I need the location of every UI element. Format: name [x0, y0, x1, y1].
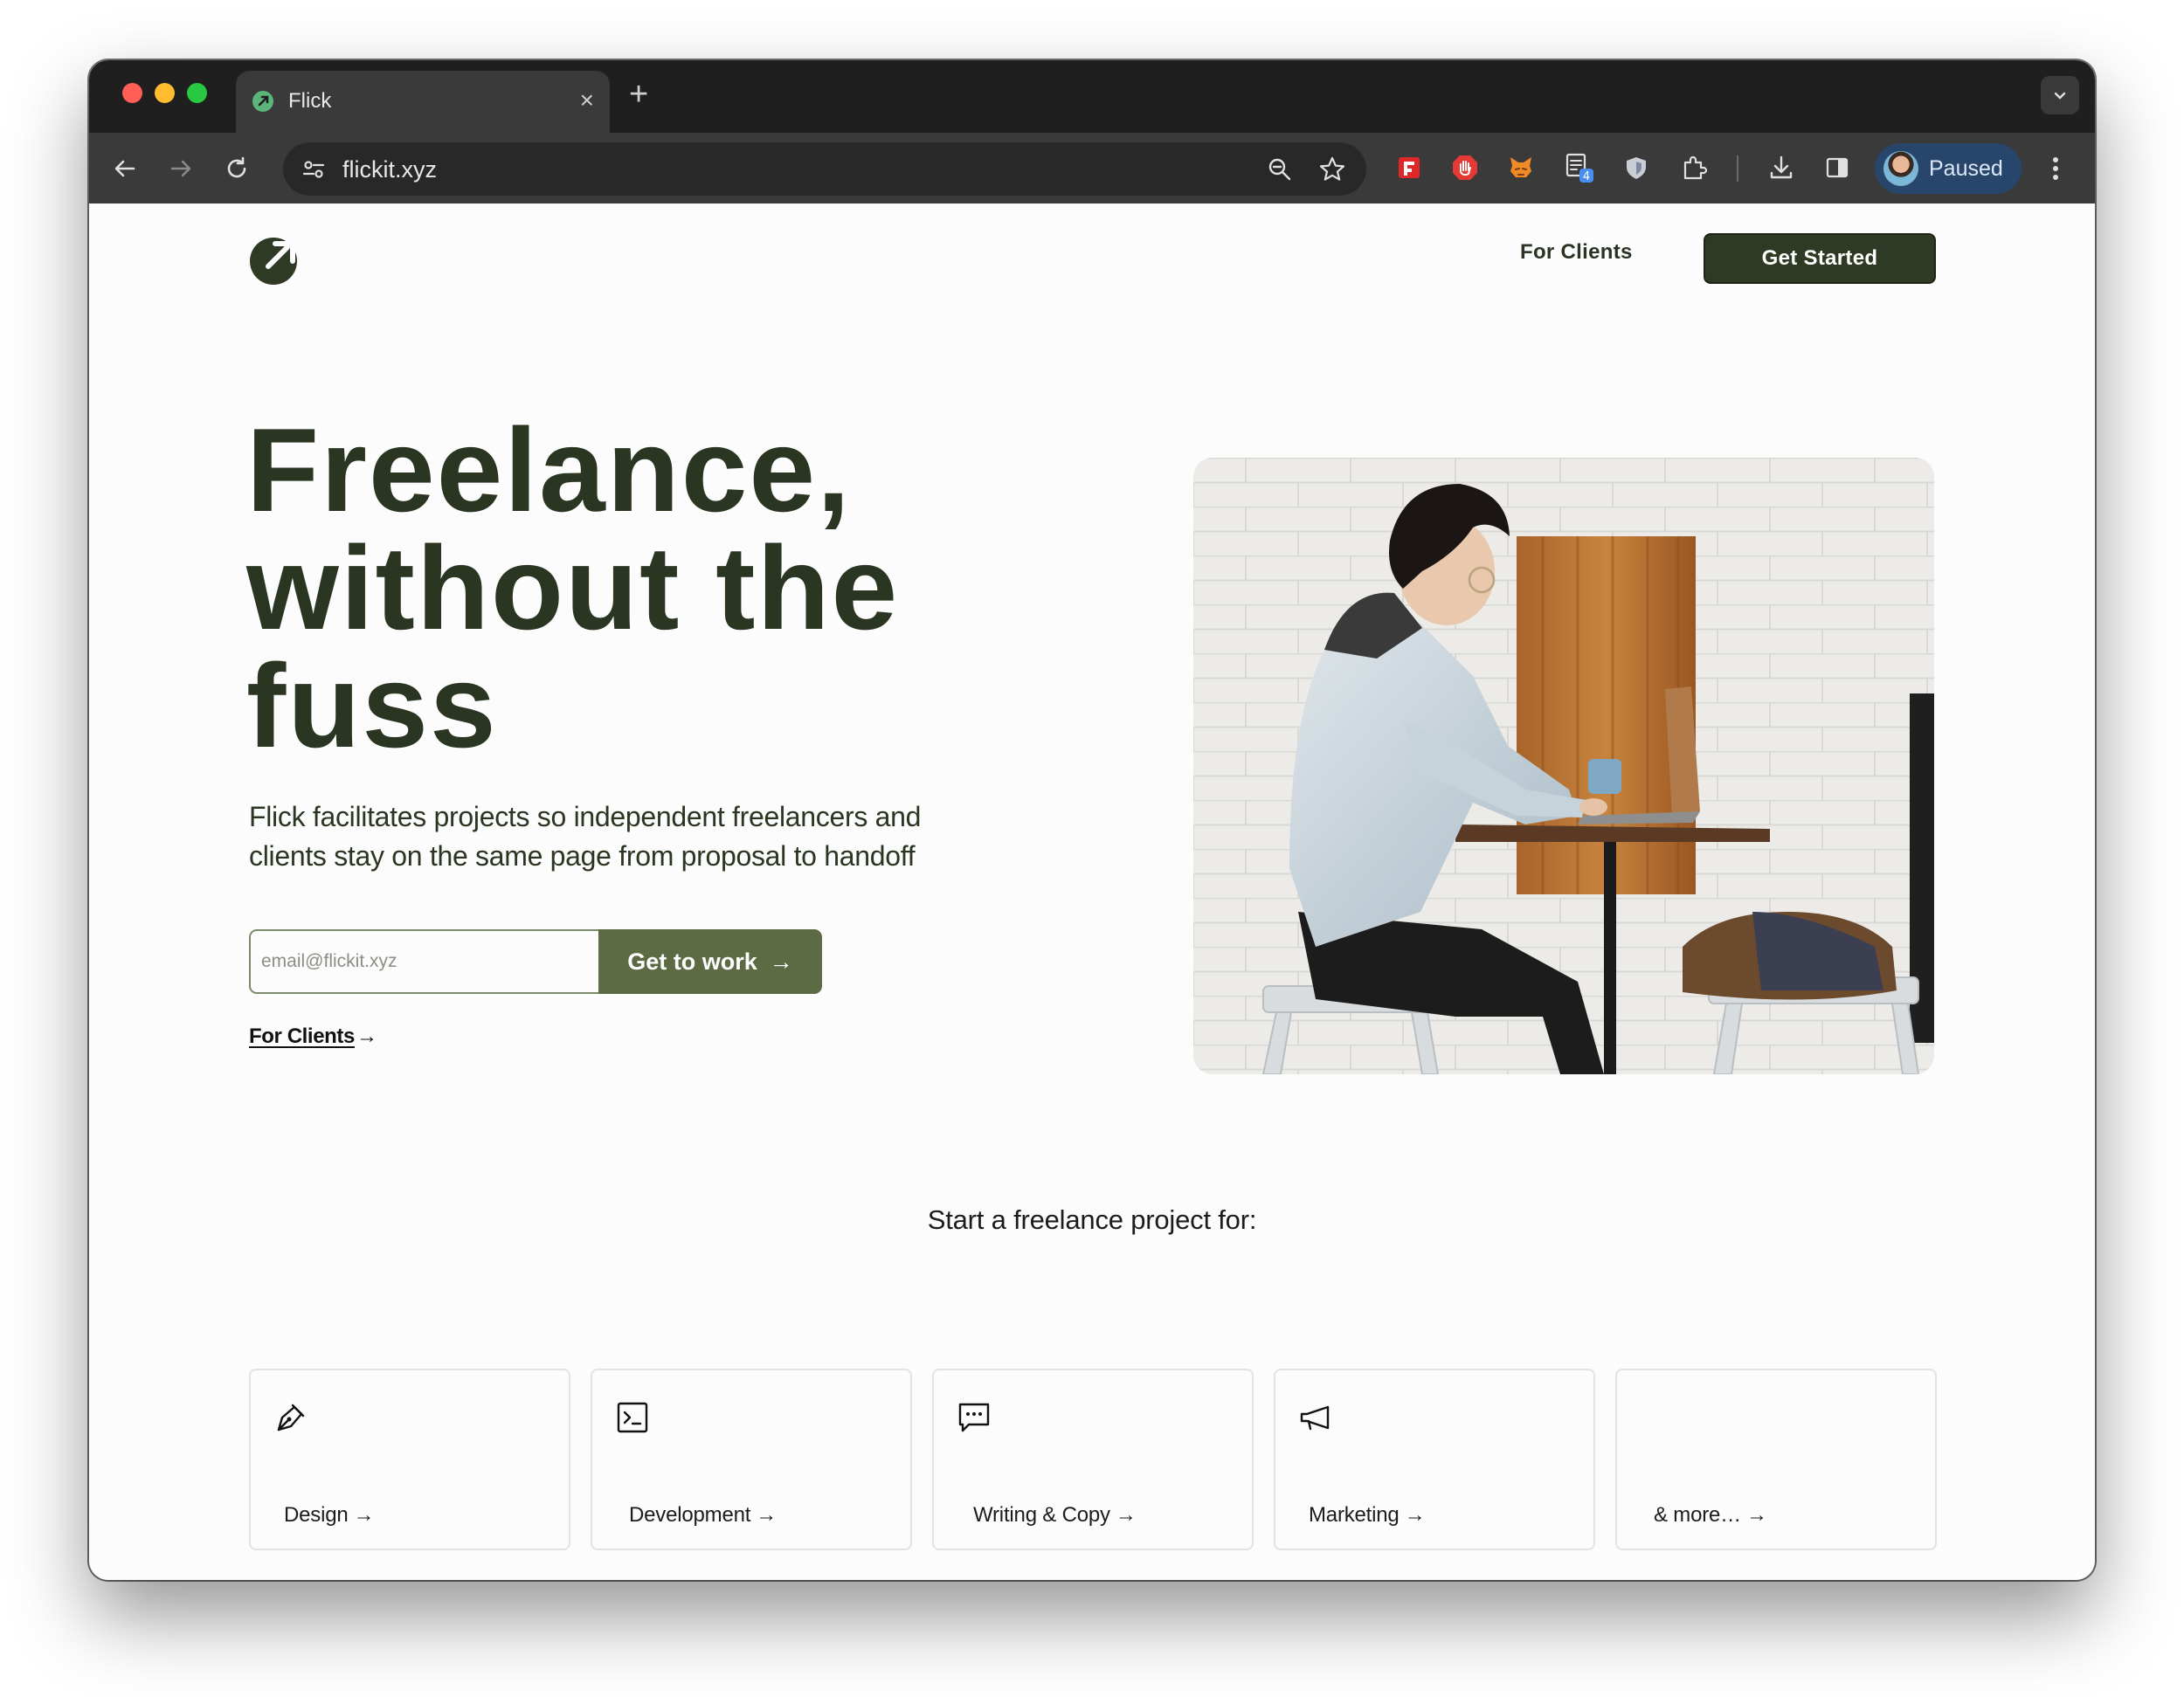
side-panel-icon	[1826, 157, 1849, 178]
for-clients-link[interactable]: For Clients→	[249, 1024, 377, 1049]
address-bar[interactable]: flickit.xyz	[283, 142, 1366, 196]
tab-title: Flick	[288, 89, 332, 113]
avatar	[1883, 151, 1918, 186]
privacy-extension[interactable]	[1620, 151, 1653, 184]
url-text[interactable]: flickit.xyz	[342, 157, 437, 182]
fox-icon	[1510, 157, 1531, 177]
arrow-right-icon: →	[769, 948, 793, 975]
email-input[interactable]	[249, 929, 598, 994]
tab-close-icon[interactable]: ×	[580, 88, 594, 113]
hero-title-line: fuss	[246, 639, 498, 772]
profile-button[interactable]: Paused	[1875, 143, 2022, 194]
arrow-right-icon: →	[353, 1503, 375, 1527]
megaphone-icon	[1300, 1405, 1330, 1431]
close-window-button[interactable]	[122, 83, 142, 103]
card-writing-copy[interactable]: Writing & Copy →	[932, 1369, 1254, 1550]
minimize-window-button[interactable]	[155, 83, 175, 103]
zoom-icon[interactable]	[1265, 155, 1295, 184]
card-label-text: Development	[629, 1503, 751, 1527]
flick-logo-icon[interactable]	[249, 233, 301, 286]
document-icon: 4	[1565, 153, 1593, 183]
card-label: Marketing →	[1309, 1503, 1426, 1528]
forward-button[interactable]	[164, 152, 197, 185]
flipboard-extension[interactable]	[1393, 151, 1426, 184]
card-marketing[interactable]: Marketing →	[1274, 1369, 1595, 1550]
card-label: Development →	[629, 1503, 777, 1528]
for-clients-label: For Clients	[249, 1024, 355, 1048]
browser-window: Flick × + flickit.xyz 4 Paused For Clien…	[89, 60, 2095, 1580]
flipboard-icon	[1399, 157, 1420, 178]
hero-title-line: without the	[246, 521, 900, 654]
side-panel-button[interactable]	[1821, 151, 1854, 184]
category-cards: Design → Development → Writing & Copy → …	[249, 1369, 1937, 1550]
terminal-icon	[617, 1402, 648, 1433]
flick-favicon-icon	[252, 91, 273, 112]
hero-subtitle-line: clients stay on the same page from propo…	[249, 840, 916, 872]
shield-icon	[1627, 157, 1646, 179]
maximize-window-button[interactable]	[187, 83, 207, 103]
metamask-extension[interactable]	[1504, 151, 1538, 184]
new-tab-button[interactable]: +	[629, 78, 648, 111]
extensions-button[interactable]	[1677, 151, 1711, 184]
card-more[interactable]: & more… →	[1615, 1369, 1937, 1550]
arrow-right-icon: →	[1745, 1503, 1767, 1527]
arrow-right-icon	[170, 160, 191, 177]
hero-title: Freelance, without the fuss	[246, 404, 1120, 772]
section-heading: Start a freelance project for:	[927, 1204, 1257, 1235]
reader-extension[interactable]: 4	[1562, 151, 1595, 184]
arrow-right-icon: →	[1404, 1503, 1426, 1527]
card-label: Design →	[284, 1503, 375, 1528]
arrow-right-icon: →	[1115, 1503, 1137, 1527]
tab-strip: Flick × +	[89, 60, 2095, 133]
get-to-work-label: Get to work	[627, 948, 757, 975]
nav-for-clients-link[interactable]: For Clients	[1520, 240, 1633, 265]
profile-status: Paused	[1929, 156, 2003, 181]
downloads-button[interactable]	[1765, 151, 1798, 184]
hero-subtitle-line: Flick facilitates projects so independen…	[249, 801, 922, 832]
card-label-text: Marketing	[1309, 1503, 1400, 1527]
back-button[interactable]	[108, 152, 142, 185]
card-label-text: Design	[284, 1503, 349, 1527]
pen-nib-icon	[277, 1404, 305, 1431]
card-design[interactable]: Design →	[249, 1369, 570, 1550]
get-to-work-button[interactable]: Get to work →	[598, 929, 822, 994]
card-development[interactable]: Development →	[591, 1369, 912, 1550]
extension-badge: 4	[1583, 170, 1590, 183]
hero-photo	[1193, 458, 1934, 1074]
reload-icon	[227, 156, 246, 178]
card-label-text: Writing & Copy	[973, 1503, 1110, 1527]
get-started-button[interactable]: Get Started	[1704, 233, 1936, 284]
toolbar-separator	[1737, 155, 1738, 182]
browser-toolbar: flickit.xyz 4 Paused	[89, 133, 2095, 204]
hero-title-line: Freelance,	[246, 404, 852, 536]
chevron-down-icon	[2054, 92, 2066, 100]
card-label-text: & more…	[1654, 1503, 1741, 1527]
tab-search-button[interactable]	[2041, 76, 2079, 114]
chat-bubble-icon	[958, 1403, 990, 1432]
download-icon	[1770, 155, 1793, 179]
more-menu-icon[interactable]	[2042, 152, 2069, 185]
arrow-left-icon	[114, 160, 135, 177]
arrow-right-icon: →	[756, 1503, 778, 1527]
card-label: & more… →	[1654, 1503, 1767, 1528]
bookmark-star-icon[interactable]	[1317, 155, 1347, 184]
tab-flick[interactable]: Flick ×	[236, 71, 610, 133]
puzzle-icon	[1683, 155, 1708, 180]
adblock-extension[interactable]	[1448, 151, 1482, 184]
card-label: Writing & Copy →	[973, 1503, 1137, 1528]
hero-subtitle: Flick facilitates projects so independen…	[249, 797, 1053, 876]
reload-button[interactable]	[220, 152, 253, 185]
page-content: For Clients Get Started Freelance, witho…	[89, 204, 2095, 1580]
site-settings-icon[interactable]	[299, 155, 328, 184]
arrow-right-icon: →	[356, 1024, 377, 1048]
stop-hand-icon	[1453, 155, 1477, 180]
